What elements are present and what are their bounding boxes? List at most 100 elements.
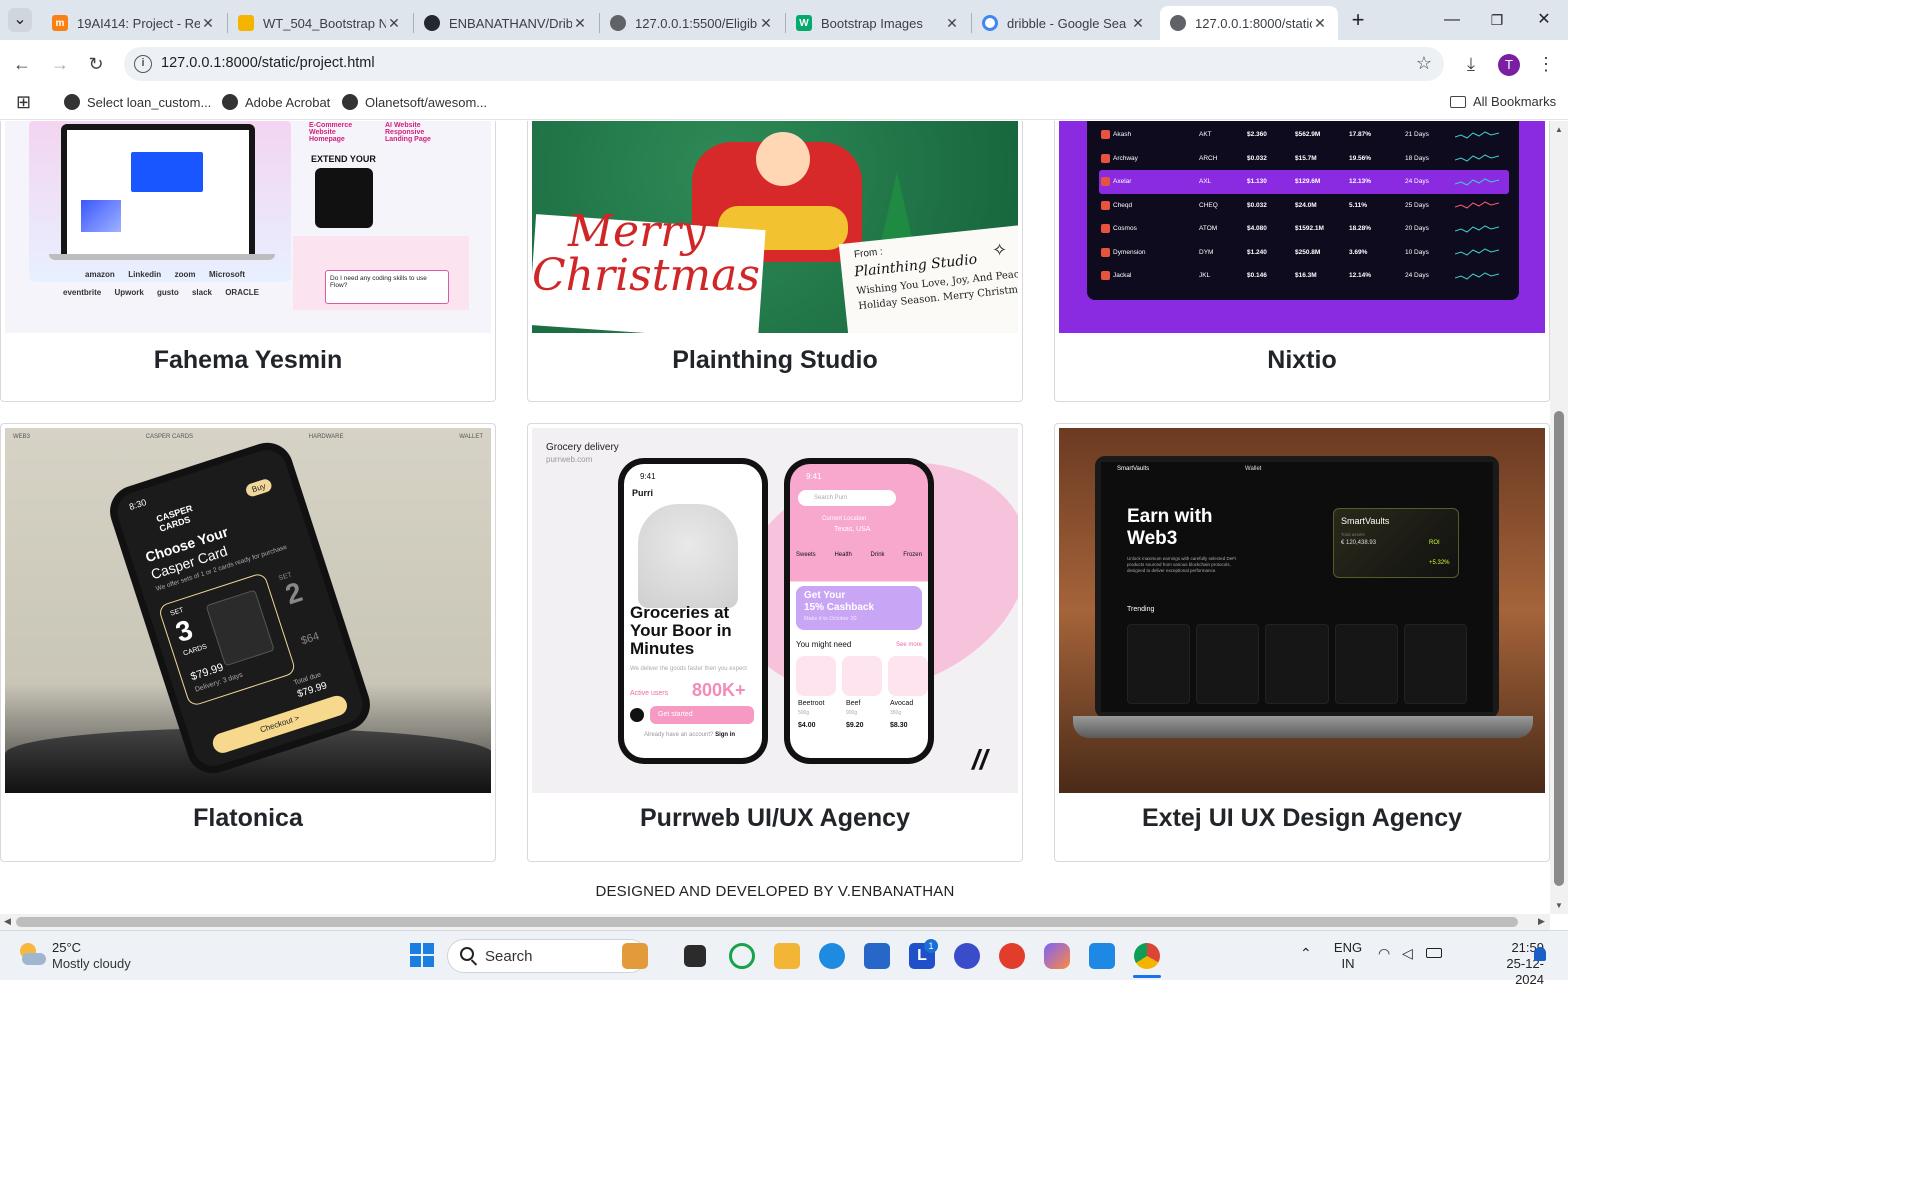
- vertical-scrollbar[interactable]: ▲ ▼: [1550, 121, 1568, 914]
- purrweb-logo: //: [972, 744, 988, 775]
- close-icon[interactable]: ✕: [200, 15, 216, 32]
- taskbar-search[interactable]: Search: [447, 939, 647, 973]
- close-icon[interactable]: ✕: [572, 15, 588, 32]
- bookmark-star-icon[interactable]: ☆: [1416, 53, 1432, 74]
- project-card[interactable]: Akash AKT $2.360 $562.9M 17.87% 21 Days Archwa…: [1054, 121, 1550, 402]
- tab-3[interactable]: ENBANATHANV/Drib ✕: [414, 6, 598, 40]
- close-icon[interactable]: ✕: [1312, 15, 1328, 32]
- bookmark-item[interactable]: Olanetsoft/awesom...: [342, 94, 487, 110]
- close-icon[interactable]: ✕: [758, 15, 774, 32]
- crypto-days: 25 Days: [1405, 201, 1429, 209]
- chrome-icon[interactable]: [1134, 943, 1160, 969]
- close-icon[interactable]: ✕: [944, 15, 960, 32]
- menu-kebab-icon[interactable]: ⋮: [1534, 52, 1558, 76]
- image-site: purrweb.com: [546, 455, 593, 464]
- project-image[interactable]: Akash AKT $2.360 $562.9M 17.87% 21 Days Archwa…: [1059, 121, 1545, 333]
- crypto-price: $0.032: [1247, 154, 1267, 162]
- tab-6[interactable]: dribble - Google Sea ✕: [972, 6, 1156, 40]
- restore-icon[interactable]: ❐: [1485, 8, 1509, 32]
- all-bookmarks[interactable]: All Bookmarks: [1450, 94, 1556, 109]
- forward-icon[interactable]: →: [48, 52, 72, 76]
- project-image[interactable]: SmartVaults Wallet Earn with Web3 Unlock…: [1059, 428, 1545, 793]
- profile-avatar[interactable]: T: [1498, 54, 1520, 76]
- notification-bell-icon[interactable]: [1534, 947, 1546, 961]
- bookmark-item[interactable]: Adobe Acrobat: [222, 94, 330, 110]
- battery-icon[interactable]: [1426, 948, 1442, 958]
- all-bookmarks-label: All Bookmarks: [1473, 94, 1557, 109]
- language-code[interactable]: ENG: [1332, 940, 1364, 956]
- widget-decoration-icon[interactable]: [622, 943, 648, 969]
- scroll-up-icon[interactable]: ▲: [1555, 125, 1563, 134]
- item-name: Avocad: [890, 700, 914, 707]
- search-icon: [460, 947, 474, 961]
- project-card[interactable]: Merry Christmas From : Plainthing Studio…: [527, 121, 1023, 402]
- card-title: Flatonica: [193, 804, 303, 832]
- close-icon[interactable]: ✕: [1130, 15, 1146, 32]
- tab-7-active[interactable]: 127.0.0.1:8000/static/ ✕: [1160, 6, 1338, 40]
- location-value: Texas, USA: [834, 526, 871, 533]
- project-image[interactable]: Grocery delivery purrweb.com 9:41 Purri …: [532, 428, 1018, 793]
- site-info-icon[interactable]: i: [134, 55, 152, 73]
- back-icon[interactable]: ←: [10, 52, 34, 76]
- item-name: Beef: [846, 700, 861, 707]
- scroll-right-icon[interactable]: ▶: [1538, 916, 1545, 927]
- copilot-icon[interactable]: [729, 943, 755, 969]
- reload-icon[interactable]: ↻: [84, 52, 108, 76]
- weather-icon[interactable]: [18, 941, 46, 969]
- task-view-icon[interactable]: [684, 945, 706, 967]
- project-image[interactable]: Merry Christmas From : Plainthing Studio…: [532, 121, 1018, 333]
- language-region[interactable]: IN: [1332, 956, 1364, 972]
- item-price: $4.00: [798, 722, 816, 729]
- tab-label: Bootstrap Images: [821, 15, 923, 31]
- bookmark-item[interactable]: Select loan_custom...: [64, 94, 211, 110]
- windows-start-icon[interactable]: [410, 943, 434, 967]
- new-tab-button[interactable]: +: [1346, 8, 1370, 32]
- scroll-down-icon[interactable]: ▼: [1555, 901, 1563, 910]
- scroll-thumb[interactable]: [1554, 411, 1564, 886]
- crypto-days: 10 Days: [1405, 248, 1429, 256]
- store-icon[interactable]: [864, 943, 890, 969]
- weather-desc[interactable]: Mostly cloudy: [52, 956, 131, 971]
- taskbar: 25°C Mostly cloudy Search L 1 ⌃ ENG IN ◠…: [0, 930, 1568, 987]
- tab-2[interactable]: WT_504_Bootstrap N ✕: [228, 6, 412, 40]
- project-image[interactable]: WEB3 CASPER CARDS HARDWARE WALLET 8:30 CASP…: [5, 428, 491, 793]
- scroll-thumb[interactable]: [16, 917, 1518, 927]
- weather-temp[interactable]: 25°C: [52, 940, 81, 955]
- close-icon[interactable]: ✕: [386, 15, 402, 32]
- project-card[interactable]: WEB3 CASPER CARDS HARDWARE WALLET 8:30 CASP…: [0, 423, 496, 862]
- url-text[interactable]: 127.0.0.1:8000/static/project.html: [161, 55, 375, 71]
- minimize-icon[interactable]: —: [1440, 8, 1464, 32]
- apps-grid-icon[interactable]: ⊞: [16, 92, 31, 113]
- crypto-name: Cheqd: [1113, 201, 1133, 209]
- address-bar[interactable]: i 127.0.0.1:8000/static/project.html ☆: [124, 47, 1444, 81]
- horizontal-scrollbar[interactable]: ◀ ▶: [0, 914, 1550, 930]
- wifi-icon[interactable]: ◠: [1378, 945, 1390, 962]
- file-explorer-icon[interactable]: [774, 943, 800, 969]
- tab-5[interactable]: W Bootstrap Images ✕: [786, 6, 970, 40]
- image-kicker: Grocery delivery: [546, 442, 619, 453]
- volume-icon[interactable]: ◁: [1402, 945, 1413, 962]
- chevron-up-icon[interactable]: ⌃: [1300, 945, 1312, 962]
- project-image[interactable]: E-Commerce Website Homepage AI Website R…: [5, 121, 491, 333]
- project-card[interactable]: SmartVaults Wallet Earn with Web3 Unlock…: [1054, 423, 1550, 862]
- phone-brand: Purri: [632, 488, 654, 498]
- download-icon[interactable]: ⤓: [1459, 52, 1483, 76]
- folder-icon: [1450, 95, 1466, 108]
- wps-icon[interactable]: [999, 943, 1025, 969]
- scroll-left-icon[interactable]: ◀: [4, 916, 11, 927]
- copilot-app-icon[interactable]: [1044, 943, 1070, 969]
- tab-4[interactable]: 127.0.0.1:5500/Eligib ✕: [600, 6, 784, 40]
- app-icon[interactable]: [954, 943, 980, 969]
- tab-1[interactable]: m 19AI414: Project - Re ✕: [42, 6, 226, 40]
- edge-icon[interactable]: [819, 943, 845, 969]
- promo-line: 15% Cashback: [804, 602, 875, 613]
- close-window-icon[interactable]: ✕: [1532, 8, 1556, 32]
- vault-roi-label: ROI: [1429, 540, 1440, 546]
- category-label: Frozen: [903, 552, 922, 558]
- card-title: Nixtio: [1267, 346, 1337, 374]
- tab-search-button[interactable]: ⌄: [8, 8, 32, 32]
- logo-text: ORACLE: [225, 288, 259, 297]
- project-card[interactable]: Grocery delivery purrweb.com 9:41 Purri …: [527, 423, 1023, 862]
- project-card[interactable]: E-Commerce Website Homepage AI Website R…: [0, 121, 496, 402]
- vscode-icon[interactable]: [1089, 943, 1115, 969]
